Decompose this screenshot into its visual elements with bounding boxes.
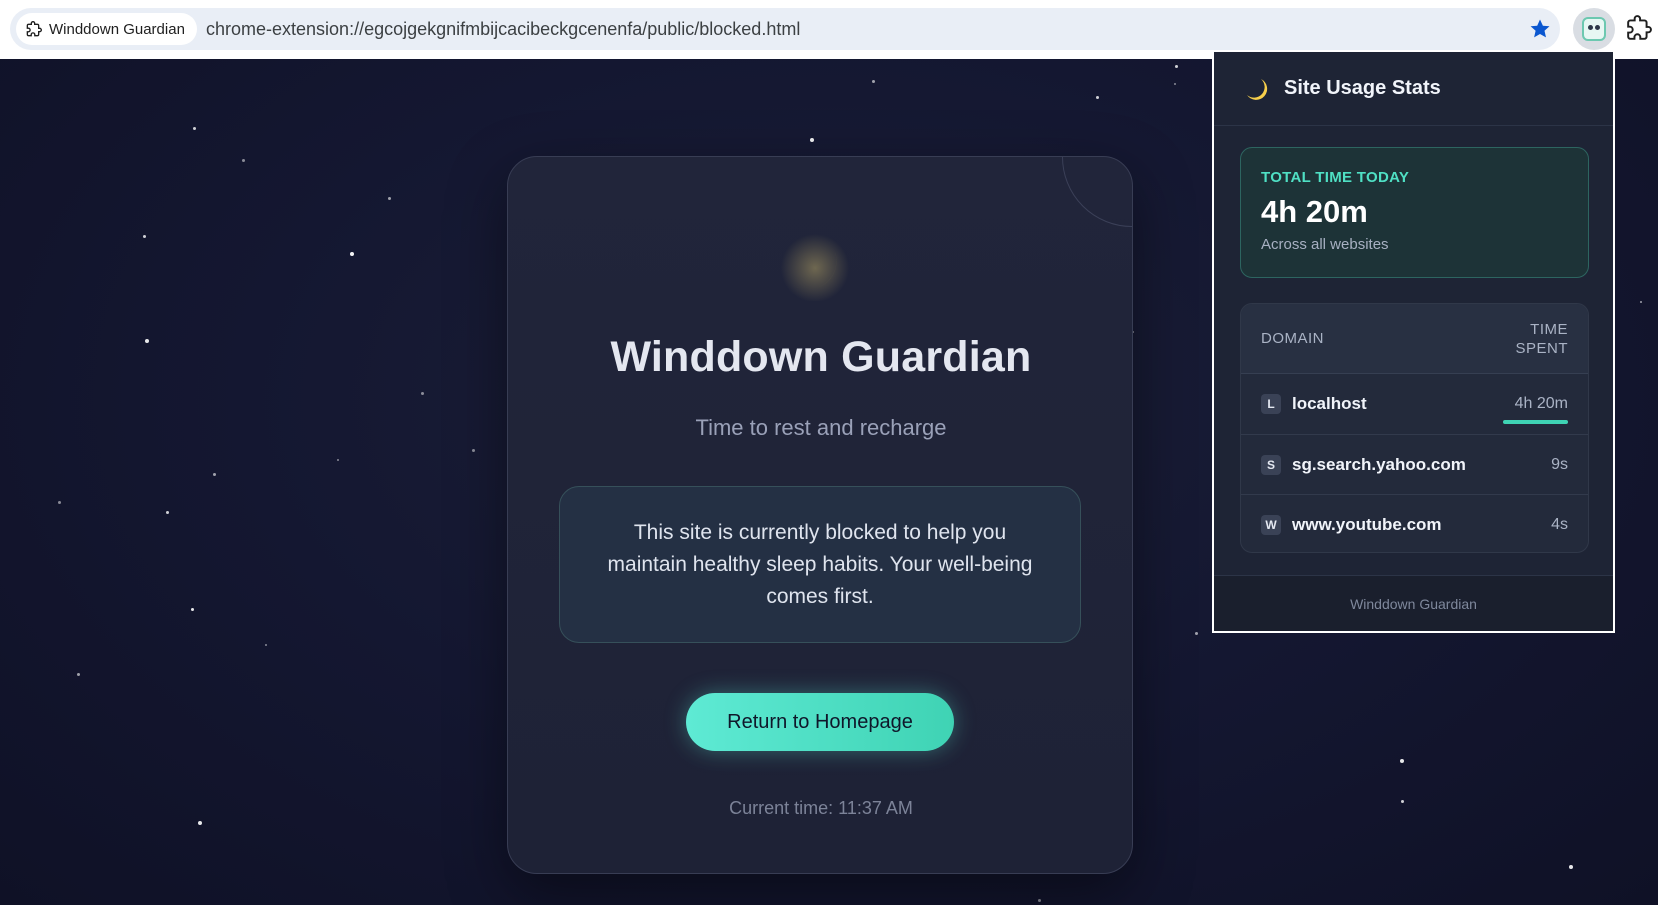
return-home-button[interactable]: Return to Homepage bbox=[686, 693, 954, 751]
popup-header: Site Usage Stats bbox=[1214, 52, 1613, 126]
blocked-message: This site is currently blocked to help y… bbox=[607, 520, 1033, 608]
time-value: 4s bbox=[1551, 515, 1568, 533]
star bbox=[1401, 800, 1404, 803]
total-time-label: TOTAL TIME TODAY bbox=[1261, 169, 1410, 186]
blocked-message-box: This site is currently blocked to help y… bbox=[559, 486, 1081, 643]
star bbox=[1195, 632, 1198, 635]
star bbox=[1038, 899, 1041, 902]
star bbox=[166, 511, 169, 514]
favicon-icon: W bbox=[1261, 514, 1281, 535]
winddown-extension-button[interactable] bbox=[1573, 8, 1615, 50]
favicon-icon: L bbox=[1261, 394, 1281, 414]
star bbox=[77, 673, 80, 676]
favicon-icon: S bbox=[1261, 454, 1281, 475]
page-title: Winddown Guardian bbox=[610, 333, 1032, 381]
domain-name: www.youtube.com bbox=[1292, 514, 1442, 534]
column-header-time-line1: TIME bbox=[1530, 320, 1568, 338]
star bbox=[265, 644, 267, 646]
star bbox=[1096, 96, 1099, 99]
star bbox=[213, 473, 216, 476]
column-header-time-line2: SPENT bbox=[1515, 339, 1568, 357]
time-cell: 4h 20m bbox=[1503, 395, 1568, 424]
star bbox=[1400, 759, 1404, 763]
star bbox=[810, 138, 814, 142]
usage-bar bbox=[1503, 420, 1568, 424]
star bbox=[143, 235, 146, 238]
table-row[interactable]: L localhost 4h 20m bbox=[1241, 374, 1588, 434]
total-time-sublabel: Across all websites bbox=[1261, 236, 1389, 253]
time-cell: 4s bbox=[1551, 516, 1568, 534]
usage-stats-popup: Site Usage Stats TOTAL TIME TODAY 4h 20m… bbox=[1212, 50, 1615, 633]
star bbox=[350, 252, 354, 256]
table-header: DOMAIN TIME SPENT bbox=[1241, 304, 1588, 374]
total-time-value: 4h 20m bbox=[1261, 194, 1368, 229]
popup-footer: Winddown Guardian bbox=[1214, 575, 1613, 631]
domain-cell: S sg.search.yahoo.com bbox=[1261, 454, 1466, 475]
star bbox=[191, 608, 194, 611]
current-time: Current time: 11:37 AM bbox=[729, 798, 913, 818]
domain-name: localhost bbox=[1292, 394, 1367, 413]
star bbox=[1640, 301, 1642, 303]
star bbox=[388, 197, 391, 200]
star bbox=[198, 821, 202, 825]
column-header-domain: DOMAIN bbox=[1261, 330, 1324, 347]
url-text[interactable]: chrome-extension://egcojgekgnifmbijcacib… bbox=[206, 8, 800, 50]
star bbox=[872, 80, 875, 83]
robot-icon bbox=[1582, 17, 1606, 41]
table-row[interactable]: W www.youtube.com 4s bbox=[1241, 494, 1588, 552]
star bbox=[58, 501, 61, 504]
star bbox=[421, 392, 424, 395]
popup-title: Site Usage Stats bbox=[1284, 77, 1441, 99]
card-corner-decoration bbox=[1062, 157, 1132, 227]
address-bar[interactable]: Winddown Guardian chrome-extension://egc… bbox=[10, 8, 1560, 50]
star bbox=[1569, 865, 1573, 869]
blocked-card: Winddown Guardian Time to rest and recha… bbox=[507, 156, 1133, 874]
domain-cell: L localhost bbox=[1261, 394, 1367, 414]
puzzle-icon[interactable] bbox=[1626, 15, 1652, 41]
time-cell: 9s bbox=[1551, 456, 1568, 474]
total-time-card: TOTAL TIME TODAY 4h 20m Across all websi… bbox=[1240, 147, 1589, 278]
star-icon[interactable] bbox=[1528, 17, 1552, 41]
star bbox=[193, 127, 196, 130]
site-chip-label: Winddown Guardian bbox=[49, 20, 185, 38]
usage-table: DOMAIN TIME SPENT L localhost 4h 20m S s… bbox=[1240, 303, 1589, 553]
star bbox=[242, 159, 245, 162]
star bbox=[1174, 83, 1176, 85]
time-value: 4h 20m bbox=[1514, 395, 1568, 412]
star bbox=[1175, 65, 1178, 68]
star bbox=[145, 339, 149, 343]
domain-cell: W www.youtube.com bbox=[1261, 514, 1442, 535]
time-value: 9s bbox=[1551, 455, 1568, 473]
domain-name: sg.search.yahoo.com bbox=[1292, 454, 1466, 474]
table-row[interactable]: S sg.search.yahoo.com 9s bbox=[1241, 434, 1588, 494]
extension-icon bbox=[26, 21, 42, 37]
column-header-time: TIME SPENT bbox=[1515, 320, 1568, 358]
star bbox=[337, 459, 339, 461]
crescent-moon-icon bbox=[1247, 78, 1268, 100]
page-subtitle: Time to rest and recharge bbox=[695, 415, 947, 440]
star bbox=[472, 449, 475, 452]
site-info-chip[interactable]: Winddown Guardian bbox=[16, 13, 197, 45]
crescent-moon-icon bbox=[781, 234, 849, 301]
